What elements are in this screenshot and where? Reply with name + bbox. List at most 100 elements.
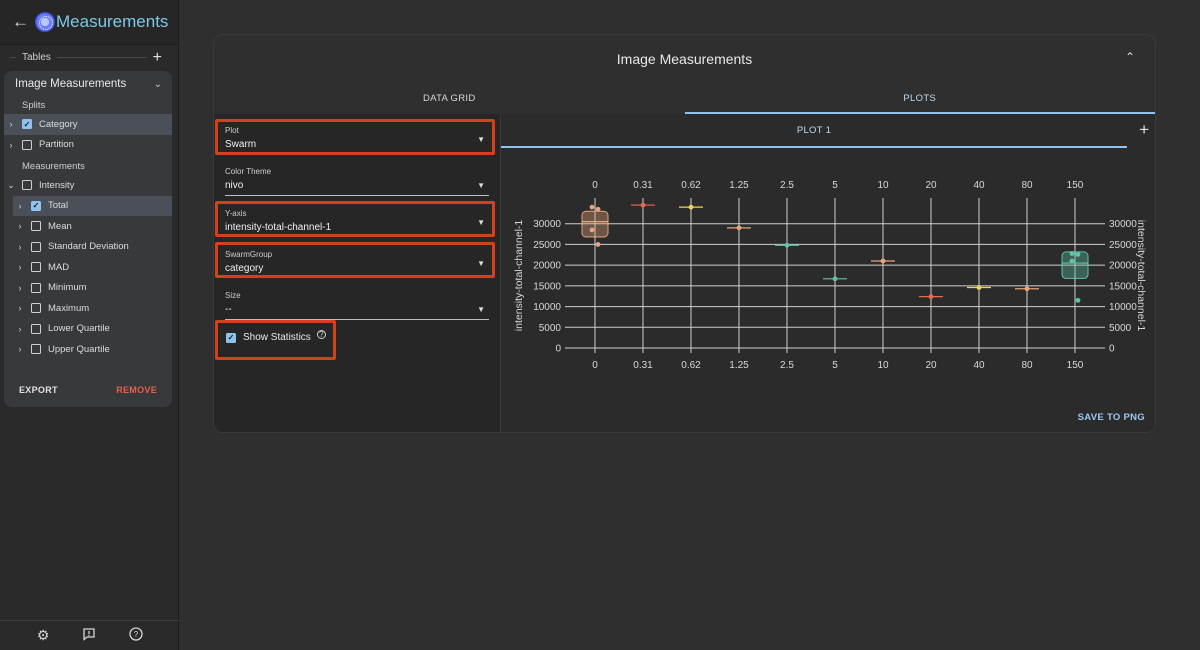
add-plot-icon[interactable]: + (1139, 120, 1149, 140)
help-icon[interactable]: ? (128, 627, 144, 644)
save-to-png-button[interactable]: SAVE TO PNG (1078, 412, 1145, 423)
tab-plots[interactable]: PLOTS (684, 82, 1156, 114)
x-tick-label-top: 0.62 (681, 180, 701, 191)
data-point (736, 225, 742, 231)
tree-item-standard-deviation[interactable]: › Standard Deviation (13, 237, 172, 258)
add-table-icon[interactable]: + (147, 49, 168, 67)
tree-item-label: Minimum (48, 282, 87, 294)
feedback-icon[interactable] (81, 627, 97, 644)
chevron-right-icon[interactable]: › (13, 201, 27, 211)
x-tick-label-top: 1.25 (729, 180, 749, 191)
tree-item-label: Intensity (39, 179, 75, 191)
tree-item-intensity[interactable]: ⌄ Intensity (4, 175, 172, 196)
tables-label: Tables (22, 52, 51, 63)
chevron-right-icon[interactable]: › (13, 344, 27, 354)
color-theme-select[interactable]: Color Theme nivo ▼ (225, 167, 489, 196)
mean-checkbox[interactable] (31, 221, 41, 232)
tree-item-mean[interactable]: › Mean (13, 216, 172, 237)
data-point (1075, 297, 1081, 303)
table-card-header[interactable]: Image Measurements ⌄ (4, 71, 172, 97)
tree-item-category[interactable]: › ✓ Category (4, 114, 172, 135)
x-tick-label-top: 40 (973, 180, 985, 191)
back-arrow-icon[interactable]: ← (12, 12, 30, 32)
panel-title: Image Measurements (616, 50, 753, 67)
tree-item-total[interactable]: › ✓ Total (13, 195, 172, 216)
x-tick-label-top: 10 (877, 180, 889, 191)
sidebar: ← Measurements Tables + Image Measuremen… (0, 0, 179, 650)
remove-button[interactable]: REMOVE (116, 385, 157, 395)
chevron-right-icon[interactable]: › (13, 262, 27, 272)
tree-item-mad[interactable]: › MAD (13, 257, 172, 278)
y-tick-label-right: 0 (1109, 344, 1115, 355)
data-point (1024, 286, 1030, 292)
chevron-right-icon[interactable]: › (4, 140, 18, 150)
y-tick-label-left: 25000 (533, 240, 561, 251)
splits-label: Splits (22, 100, 46, 111)
minimum-checkbox[interactable] (31, 282, 41, 293)
chevron-right-icon[interactable]: › (13, 283, 27, 293)
data-point (880, 258, 886, 264)
standard-deviation-checkbox[interactable] (31, 241, 41, 252)
y-tick-label-left: 30000 (533, 219, 561, 230)
partition-checkbox[interactable] (22, 139, 32, 150)
tree-item-partition[interactable]: › Partition (4, 135, 172, 156)
x-tick-label-bottom: 0.31 (633, 360, 653, 371)
tab-plot-1[interactable]: PLOT 1 (501, 114, 1127, 148)
tree-item-maximum[interactable]: › Maximum (13, 298, 172, 319)
field-label: Color Theme (225, 167, 272, 176)
field-label: Size (225, 291, 241, 300)
category-checkbox[interactable]: ✓ (22, 119, 32, 130)
tree-item-label: Maximum (48, 302, 90, 314)
maximum-checkbox[interactable] (31, 303, 41, 314)
dropdown-arrow-icon[interactable]: ▼ (477, 181, 485, 190)
chevron-right-icon[interactable]: › (13, 324, 27, 334)
data-point (976, 285, 982, 290)
box-150 (1061, 251, 1089, 279)
data-point (595, 206, 601, 212)
tree-item-upper-quartile[interactable]: › Upper Quartile (13, 339, 172, 360)
sidebar-footer: ⚙ ? (0, 620, 179, 650)
chevron-up-icon[interactable]: ⌃ (1125, 50, 1135, 64)
intensity-checkbox[interactable] (22, 180, 32, 191)
chevron-right-icon[interactable]: › (13, 221, 27, 231)
highlight-y-axis (215, 201, 495, 237)
field-value: -- (225, 304, 232, 315)
x-tick-label-bottom: 1.25 (729, 360, 749, 371)
lower-quartile-checkbox[interactable] (31, 323, 41, 334)
x-tick-label-top: 150 (1067, 180, 1084, 191)
x-tick-label-bottom: 80 (1021, 360, 1033, 371)
chevron-right-icon[interactable]: › (13, 303, 27, 313)
measurements-panel: Image Measurements ⌃ DATA GRID PLOTS Plo… (213, 34, 1156, 433)
tab-data-grid[interactable]: DATA GRID (214, 82, 685, 114)
plot-settings-form: Plot Swarm ▼ Color Theme nivo ▼ Y-axis i… (214, 114, 501, 432)
x-tick-label-bottom: 20 (925, 360, 937, 371)
chevron-down-icon[interactable]: ⌄ (4, 180, 18, 191)
app-logo-icon (35, 12, 55, 32)
y-tick-label-left: 0 (555, 344, 561, 355)
gear-icon[interactable]: ⚙ (35, 627, 51, 644)
table-card-title: Image Measurements (15, 78, 127, 90)
tree-item-lower-quartile[interactable]: › Lower Quartile (13, 319, 172, 340)
data-point (784, 242, 790, 248)
chevron-down-icon[interactable]: ⌄ (154, 79, 162, 90)
total-checkbox[interactable]: ✓ (31, 200, 41, 211)
chevron-right-icon[interactable]: › (13, 242, 27, 252)
tree-item-label: Total (48, 200, 69, 212)
data-point (688, 204, 694, 210)
y-tick-label-left: 10000 (533, 302, 561, 313)
upper-quartile-checkbox[interactable] (31, 344, 41, 355)
chevron-right-icon[interactable]: › (4, 119, 18, 129)
plot-area: PLOT 1 + 0 0 5000 5000 10000 10000 15000 15000 2… (501, 114, 1155, 432)
data-point (589, 204, 595, 210)
mad-checkbox[interactable] (31, 262, 41, 273)
export-button[interactable]: EXPORT (19, 385, 58, 395)
y-tick-label-right: 15000 (1109, 281, 1137, 292)
dropdown-arrow-icon[interactable]: ▼ (477, 305, 485, 314)
highlight-plot (215, 119, 495, 155)
size-select[interactable]: Size -- ▼ (225, 291, 489, 320)
x-tick-label-bottom: 0 (592, 360, 598, 371)
highlight-show-statistics (215, 320, 336, 360)
tree-item-label: Upper Quartile (48, 343, 110, 355)
tree-item-minimum[interactable]: › Minimum (13, 278, 172, 299)
x-tick-label-top: 0 (592, 180, 598, 191)
